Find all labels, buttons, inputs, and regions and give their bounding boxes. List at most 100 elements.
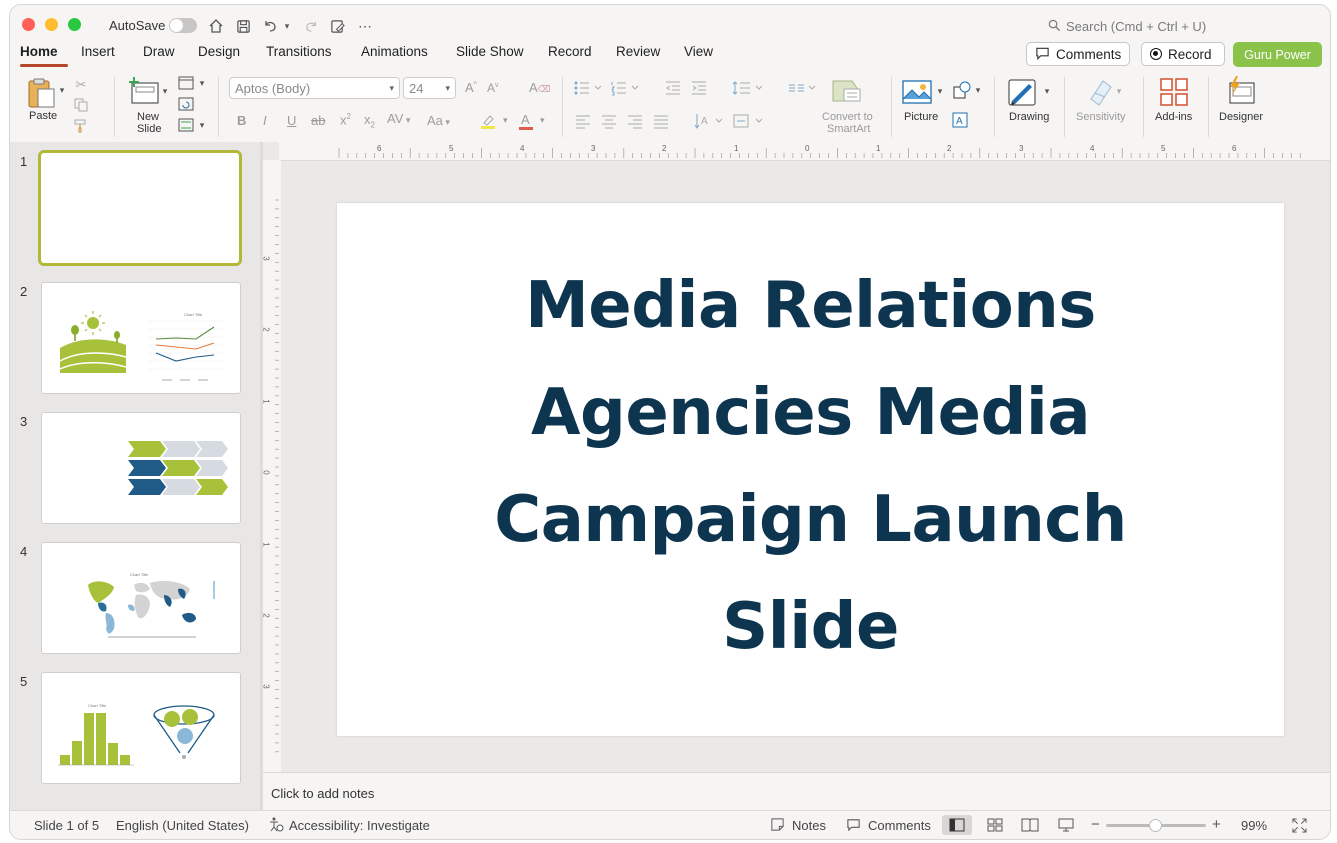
chevron-down-icon[interactable]: ▾ <box>974 84 982 96</box>
tab-review[interactable]: Review <box>616 44 660 59</box>
zoom-slider-thumb[interactable] <box>1149 819 1162 832</box>
normal-view-button[interactable] <box>942 815 972 835</box>
columns-icon[interactable] <box>787 80 817 96</box>
slide-show-icon[interactable] <box>1058 818 1074 835</box>
slide-thumbnail-3[interactable] <box>41 412 241 524</box>
bold-icon[interactable]: B <box>237 113 246 128</box>
tab-home[interactable]: Home <box>20 44 58 59</box>
chevron-down-icon[interactable]: ▾ <box>1115 85 1123 97</box>
slide-thumbnail-2[interactable]: Chart Title <box>41 282 241 394</box>
notes-placeholder: Click to add notes <box>271 786 375 801</box>
font-name-select[interactable]: Aptos (Body) ▾ <box>229 77 400 99</box>
sensitivity-button[interactable]: Sensitivity <box>1071 77 1133 133</box>
reset-slide-icon[interactable] <box>177 96 195 112</box>
home-icon[interactable] <box>207 17 225 35</box>
zoom-in-button[interactable]: + <box>1212 816 1221 833</box>
tab-draw[interactable]: Draw <box>143 44 175 59</box>
chevron-down-icon[interactable]: ▾ <box>540 115 545 126</box>
zoom-level[interactable]: 99% <box>1241 818 1267 833</box>
shapes-icon[interactable] <box>952 80 974 100</box>
numbering-icon[interactable] <box>610 80 640 96</box>
chevron-down-icon[interactable]: ▾ <box>936 85 944 97</box>
text-box-icon[interactable]: A <box>952 112 970 130</box>
align-center-icon[interactable] <box>601 113 617 129</box>
align-text-icon[interactable] <box>732 112 766 130</box>
more-icon[interactable]: ⋯ <box>356 17 374 35</box>
tab-transitions[interactable]: Transitions <box>266 44 332 59</box>
chevron-down-icon[interactable]: ▾ <box>161 85 169 97</box>
superscript-icon[interactable]: x2 <box>340 112 351 127</box>
strikethrough-icon[interactable]: ab <box>311 113 325 128</box>
notes-button[interactable]: Notes <box>792 818 826 833</box>
slide-title[interactable]: Media Relations Agencies Media Campaign … <box>447 253 1174 681</box>
customize-icon[interactable] <box>328 17 346 35</box>
redo-icon[interactable] <box>302 17 320 35</box>
underline-icon[interactable]: U <box>287 113 296 128</box>
slide-thumbnail-1[interactable] <box>38 150 242 266</box>
convert-to-smartart-button[interactable]: Convert to SmartArt <box>816 77 882 137</box>
tab-animations[interactable]: Animations <box>361 44 428 59</box>
decrease-indent-icon[interactable] <box>665 80 683 96</box>
comments-button[interactable]: Comments <box>1026 42 1130 66</box>
tab-design[interactable]: Design <box>198 44 240 59</box>
minimize-window-button[interactable] <box>45 18 58 31</box>
zoom-slider[interactable] <box>1106 819 1206 832</box>
decrease-font-icon[interactable]: Av <box>487 81 499 95</box>
slide-thumbnail-5[interactable]: Chart Title <box>41 672 241 784</box>
section-icon[interactable] <box>177 117 195 133</box>
language-indicator[interactable]: English (United States) <box>116 818 249 833</box>
subscript-icon[interactable]: x2 <box>364 112 375 130</box>
change-case-icon[interactable]: Aa ▾ <box>427 113 450 128</box>
tab-slide-show[interactable]: Slide Show <box>456 44 524 59</box>
chevron-down-icon[interactable]: ▾ <box>58 84 66 96</box>
copy-icon[interactable] <box>73 97 89 113</box>
chevron-down-icon[interactable]: ▾ <box>282 18 292 34</box>
justify-icon[interactable] <box>653 113 669 129</box>
chevron-down-icon[interactable]: ▾ <box>198 119 206 131</box>
italic-icon[interactable]: I <box>263 113 267 128</box>
add-ins-button[interactable]: Add-ins <box>1152 77 1196 133</box>
search-input[interactable]: Search (Cmd + Ctrl + U) <box>1066 19 1206 34</box>
highlight-color-icon[interactable] <box>480 113 498 131</box>
tab-record[interactable]: Record <box>548 44 592 59</box>
comment-icon[interactable] <box>846 817 861 835</box>
bullets-icon[interactable] <box>573 80 603 96</box>
maximize-window-button[interactable] <box>68 18 81 31</box>
designer-button[interactable]: Designer <box>1216 75 1268 133</box>
slide-sorter-icon[interactable] <box>987 818 1003 835</box>
increase-indent-icon[interactable] <box>691 80 709 96</box>
line-spacing-icon[interactable] <box>732 80 764 96</box>
record-button[interactable]: Record <box>1141 42 1225 66</box>
save-icon[interactable] <box>234 17 252 35</box>
slide-canvas[interactable]: Media Relations Agencies Media Campaign … <box>337 203 1284 736</box>
align-right-icon[interactable] <box>627 113 643 129</box>
reading-view-icon[interactable] <box>1021 818 1039 835</box>
clear-formatting-icon[interactable]: A⌫ <box>529 80 550 95</box>
layout-icon[interactable] <box>177 75 195 91</box>
format-painter-icon[interactable] <box>73 118 89 134</box>
align-left-icon[interactable] <box>575 113 591 129</box>
font-color-icon[interactable]: A <box>518 111 536 131</box>
character-spacing-icon[interactable]: AV ▾ <box>387 111 410 126</box>
slide-thumbnail-4[interactable]: Chart Title <box>41 542 241 654</box>
tab-insert[interactable]: Insert <box>81 44 115 59</box>
cut-icon[interactable]: ✂ <box>73 77 89 93</box>
chevron-down-icon[interactable]: ▾ <box>503 115 508 126</box>
chevron-down-icon[interactable]: ▾ <box>1043 85 1051 97</box>
comments-status-button[interactable]: Comments <box>868 818 931 833</box>
zoom-out-button[interactable]: − <box>1091 816 1100 833</box>
font-size-select[interactable]: 24 ▾ <box>403 77 456 99</box>
notes-icon[interactable] <box>770 817 785 835</box>
accessibility-status[interactable]: Accessibility: Investigate <box>289 818 430 833</box>
fit-to-window-icon[interactable] <box>1292 818 1307 836</box>
chevron-down-icon[interactable]: ▾ <box>198 77 206 89</box>
paste-button[interactable]: Paste <box>24 77 62 127</box>
close-window-button[interactable] <box>22 18 35 31</box>
increase-font-icon[interactable]: A^ <box>465 80 477 95</box>
text-direction-icon[interactable]: A <box>694 112 726 130</box>
undo-icon[interactable] <box>261 17 279 35</box>
guru-power-button[interactable]: Guru Power <box>1233 42 1322 67</box>
autosave-toggle[interactable] <box>169 18 197 33</box>
notes-pane[interactable]: Click to add notes <box>263 772 1330 811</box>
tab-view[interactable]: View <box>684 44 713 59</box>
